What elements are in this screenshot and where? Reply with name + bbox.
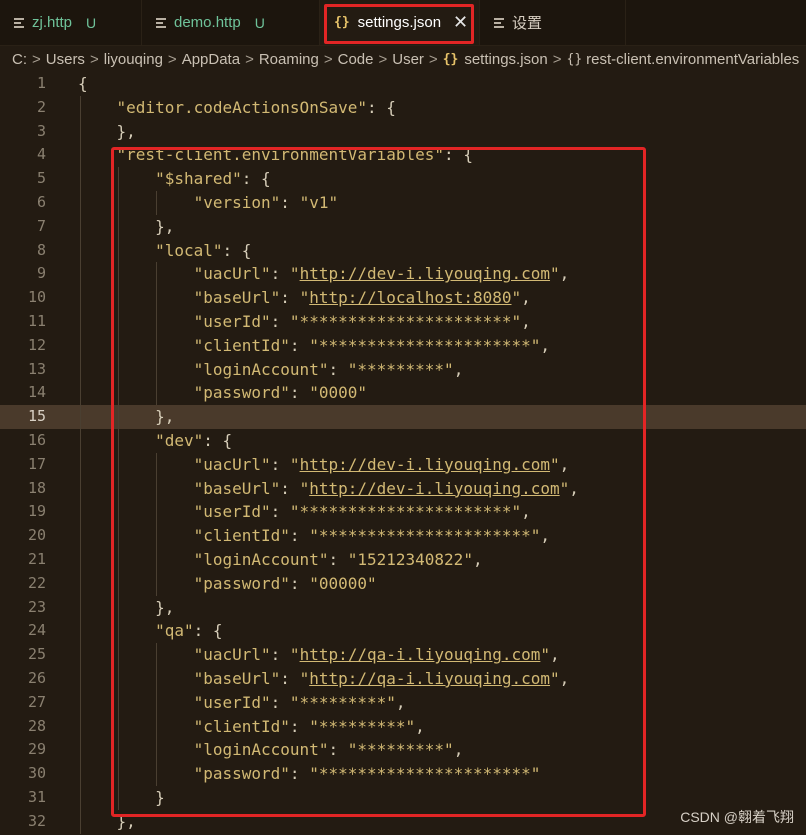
- line-number: 28: [27, 716, 46, 735]
- code-highlight-box: [111, 147, 646, 817]
- chevron-right-icon: >: [32, 50, 41, 68]
- line-number: 2: [36, 97, 46, 116]
- line-code: {: [78, 74, 88, 93]
- line-number: 19: [27, 502, 46, 521]
- tab-settings-ui[interactable]: 设置: [480, 0, 626, 45]
- code-line[interactable]: 1{: [0, 72, 806, 96]
- tab-label: 设置: [512, 15, 543, 32]
- line-number: 7: [36, 216, 46, 235]
- chevron-right-icon: >: [89, 50, 99, 68]
- line-number: 3: [36, 121, 46, 140]
- object-braces-icon: {}: [566, 51, 583, 67]
- breadcrumb-item[interactable]: User: [392, 51, 424, 68]
- tab-label: zj.http: [32, 14, 73, 31]
- line-number: 27: [27, 692, 46, 711]
- breadcrumb-symbol[interactable]: rest-client.environmentVariables: [586, 51, 799, 68]
- line-number: 23: [27, 597, 46, 616]
- line-number: 4: [36, 145, 46, 164]
- line-number: 31: [27, 787, 46, 806]
- tab-highlight-box: [324, 4, 474, 44]
- line-number: 29: [27, 740, 46, 759]
- chevron-right-icon: >: [245, 50, 254, 68]
- breadcrumb-item[interactable]: C:: [12, 51, 27, 68]
- json-braces-icon: {}: [442, 51, 459, 67]
- indent-guide: [80, 95, 81, 834]
- line-number: 6: [36, 192, 46, 211]
- line-number: 1: [36, 74, 46, 92]
- line-number: 21: [27, 549, 46, 568]
- tab-label: demo.http: [174, 14, 241, 31]
- line-number: 12: [27, 335, 46, 354]
- line-number: 30: [27, 764, 46, 783]
- line-number: 25: [27, 645, 46, 664]
- line-number: 18: [27, 478, 46, 497]
- chevron-right-icon: >: [428, 50, 438, 68]
- line-number: 32: [27, 811, 46, 830]
- tab-zj-http[interactable]: zj.http U: [0, 0, 142, 45]
- line-number: 10: [27, 288, 46, 307]
- line-number: 8: [36, 240, 46, 259]
- code-line[interactable]: 2 "editor.codeActionsOnSave": {: [0, 96, 806, 120]
- line-code: },: [78, 121, 136, 141]
- breadcrumb-item[interactable]: Code: [338, 51, 374, 68]
- line-number: 14: [27, 383, 46, 402]
- line-number: 9: [36, 264, 46, 283]
- file-lines-icon: [156, 17, 166, 28]
- untracked-badge: U: [254, 14, 265, 31]
- chevron-right-icon: >: [323, 50, 333, 68]
- line-number: 15: [27, 407, 46, 426]
- chevron-right-icon: >: [167, 50, 177, 68]
- untracked-badge: U: [86, 14, 97, 31]
- line-number: 13: [27, 359, 46, 378]
- file-lines-icon: [494, 17, 504, 28]
- code-line[interactable]: 3 },: [0, 120, 806, 144]
- chevron-right-icon: >: [552, 50, 562, 68]
- line-code: "editor.codeActionsOnSave": {: [116, 97, 396, 117]
- watermark: CSDN @翱着飞翔: [680, 809, 794, 825]
- line-number: 11: [27, 311, 46, 330]
- breadcrumb-item[interactable]: AppData: [182, 51, 240, 68]
- breadcrumb-item[interactable]: Roaming: [259, 51, 319, 68]
- line-number: 26: [27, 668, 46, 687]
- line-number: 17: [27, 454, 46, 473]
- line-number: 16: [27, 430, 46, 449]
- line-number: 24: [27, 621, 46, 640]
- breadcrumb-item[interactable]: liyouqing: [104, 51, 163, 68]
- line-number: 5: [36, 169, 46, 188]
- breadcrumb-file[interactable]: settings.json: [464, 51, 547, 68]
- line-number: 22: [27, 573, 46, 592]
- line-number: 20: [27, 526, 46, 545]
- file-lines-icon: [14, 17, 24, 28]
- breadcrumb-item[interactable]: Users: [46, 51, 85, 68]
- chevron-right-icon: >: [378, 50, 388, 68]
- breadcrumb: C: > Users > liyouqing > AppData > Roaming > …: [0, 46, 806, 72]
- tab-demo-http[interactable]: demo.http U: [142, 0, 320, 45]
